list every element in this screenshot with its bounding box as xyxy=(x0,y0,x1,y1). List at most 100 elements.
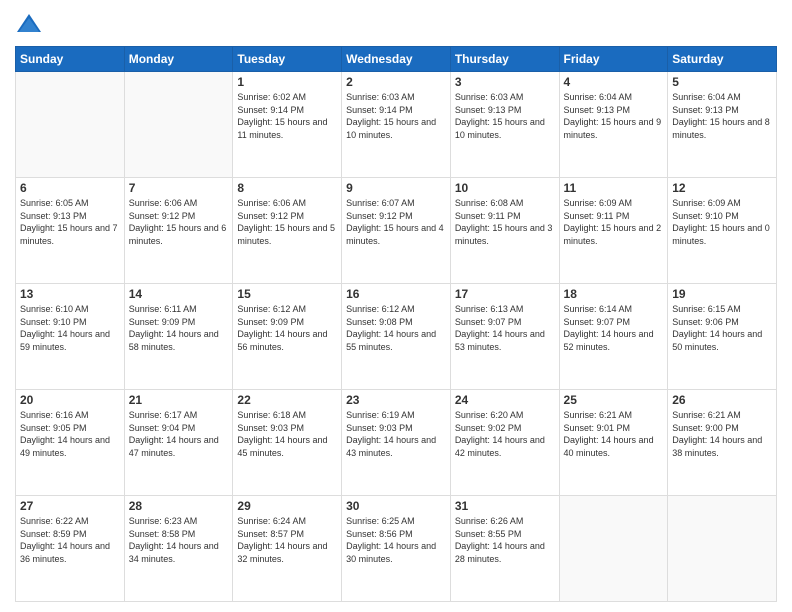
day-number: 7 xyxy=(129,181,229,195)
day-info: Sunrise: 6:10 AMSunset: 9:10 PMDaylight:… xyxy=(20,303,120,353)
day-number: 15 xyxy=(237,287,337,301)
day-number: 31 xyxy=(455,499,555,513)
calendar-week-2: 6 Sunrise: 6:05 AMSunset: 9:13 PMDayligh… xyxy=(16,178,777,284)
day-number: 29 xyxy=(237,499,337,513)
calendar-cell: 16 Sunrise: 6:12 AMSunset: 9:08 PMDaylig… xyxy=(342,284,451,390)
day-info: Sunrise: 6:11 AMSunset: 9:09 PMDaylight:… xyxy=(129,303,229,353)
day-info: Sunrise: 6:20 AMSunset: 9:02 PMDaylight:… xyxy=(455,409,555,459)
day-number: 26 xyxy=(672,393,772,407)
calendar-week-1: 1 Sunrise: 6:02 AMSunset: 9:14 PMDayligh… xyxy=(16,72,777,178)
day-number: 27 xyxy=(20,499,120,513)
calendar-header-monday: Monday xyxy=(124,47,233,72)
calendar-cell: 12 Sunrise: 6:09 AMSunset: 9:10 PMDaylig… xyxy=(668,178,777,284)
day-info: Sunrise: 6:13 AMSunset: 9:07 PMDaylight:… xyxy=(455,303,555,353)
day-number: 3 xyxy=(455,75,555,89)
day-number: 21 xyxy=(129,393,229,407)
logo xyxy=(15,10,47,38)
logo-icon xyxy=(15,10,43,38)
calendar-cell: 29 Sunrise: 6:24 AMSunset: 8:57 PMDaylig… xyxy=(233,496,342,602)
calendar-header-wednesday: Wednesday xyxy=(342,47,451,72)
calendar-cell: 11 Sunrise: 6:09 AMSunset: 9:11 PMDaylig… xyxy=(559,178,668,284)
day-info: Sunrise: 6:12 AMSunset: 9:08 PMDaylight:… xyxy=(346,303,446,353)
day-info: Sunrise: 6:17 AMSunset: 9:04 PMDaylight:… xyxy=(129,409,229,459)
day-info: Sunrise: 6:04 AMSunset: 9:13 PMDaylight:… xyxy=(564,91,664,141)
day-number: 6 xyxy=(20,181,120,195)
day-number: 16 xyxy=(346,287,446,301)
day-number: 30 xyxy=(346,499,446,513)
calendar-header-saturday: Saturday xyxy=(668,47,777,72)
day-number: 11 xyxy=(564,181,664,195)
calendar-header-row: SundayMondayTuesdayWednesdayThursdayFrid… xyxy=(16,47,777,72)
day-number: 14 xyxy=(129,287,229,301)
calendar-cell: 14 Sunrise: 6:11 AMSunset: 9:09 PMDaylig… xyxy=(124,284,233,390)
day-number: 19 xyxy=(672,287,772,301)
calendar-header-friday: Friday xyxy=(559,47,668,72)
day-info: Sunrise: 6:09 AMSunset: 9:10 PMDaylight:… xyxy=(672,197,772,247)
day-info: Sunrise: 6:14 AMSunset: 9:07 PMDaylight:… xyxy=(564,303,664,353)
calendar-header-sunday: Sunday xyxy=(16,47,125,72)
calendar-cell: 9 Sunrise: 6:07 AMSunset: 9:12 PMDayligh… xyxy=(342,178,451,284)
calendar-cell: 15 Sunrise: 6:12 AMSunset: 9:09 PMDaylig… xyxy=(233,284,342,390)
calendar-header-tuesday: Tuesday xyxy=(233,47,342,72)
calendar-cell: 17 Sunrise: 6:13 AMSunset: 9:07 PMDaylig… xyxy=(450,284,559,390)
calendar-cell: 23 Sunrise: 6:19 AMSunset: 9:03 PMDaylig… xyxy=(342,390,451,496)
calendar-cell: 26 Sunrise: 6:21 AMSunset: 9:00 PMDaylig… xyxy=(668,390,777,496)
day-info: Sunrise: 6:06 AMSunset: 9:12 PMDaylight:… xyxy=(129,197,229,247)
day-info: Sunrise: 6:09 AMSunset: 9:11 PMDaylight:… xyxy=(564,197,664,247)
day-number: 20 xyxy=(20,393,120,407)
day-info: Sunrise: 6:21 AMSunset: 9:01 PMDaylight:… xyxy=(564,409,664,459)
day-number: 10 xyxy=(455,181,555,195)
calendar-week-4: 20 Sunrise: 6:16 AMSunset: 9:05 PMDaylig… xyxy=(16,390,777,496)
day-number: 8 xyxy=(237,181,337,195)
day-info: Sunrise: 6:22 AMSunset: 8:59 PMDaylight:… xyxy=(20,515,120,565)
calendar-header-thursday: Thursday xyxy=(450,47,559,72)
calendar-cell xyxy=(124,72,233,178)
calendar-week-3: 13 Sunrise: 6:10 AMSunset: 9:10 PMDaylig… xyxy=(16,284,777,390)
calendar-cell: 5 Sunrise: 6:04 AMSunset: 9:13 PMDayligh… xyxy=(668,72,777,178)
day-info: Sunrise: 6:05 AMSunset: 9:13 PMDaylight:… xyxy=(20,197,120,247)
day-info: Sunrise: 6:19 AMSunset: 9:03 PMDaylight:… xyxy=(346,409,446,459)
day-info: Sunrise: 6:03 AMSunset: 9:13 PMDaylight:… xyxy=(455,91,555,141)
calendar-cell: 31 Sunrise: 6:26 AMSunset: 8:55 PMDaylig… xyxy=(450,496,559,602)
day-number: 1 xyxy=(237,75,337,89)
day-number: 4 xyxy=(564,75,664,89)
calendar-table: SundayMondayTuesdayWednesdayThursdayFrid… xyxy=(15,46,777,602)
calendar-cell: 19 Sunrise: 6:15 AMSunset: 9:06 PMDaylig… xyxy=(668,284,777,390)
calendar-cell: 21 Sunrise: 6:17 AMSunset: 9:04 PMDaylig… xyxy=(124,390,233,496)
calendar-cell: 13 Sunrise: 6:10 AMSunset: 9:10 PMDaylig… xyxy=(16,284,125,390)
calendar-cell xyxy=(668,496,777,602)
day-number: 24 xyxy=(455,393,555,407)
calendar-cell xyxy=(16,72,125,178)
day-info: Sunrise: 6:02 AMSunset: 9:14 PMDaylight:… xyxy=(237,91,337,141)
calendar-cell: 20 Sunrise: 6:16 AMSunset: 9:05 PMDaylig… xyxy=(16,390,125,496)
day-info: Sunrise: 6:24 AMSunset: 8:57 PMDaylight:… xyxy=(237,515,337,565)
day-info: Sunrise: 6:08 AMSunset: 9:11 PMDaylight:… xyxy=(455,197,555,247)
calendar-cell: 6 Sunrise: 6:05 AMSunset: 9:13 PMDayligh… xyxy=(16,178,125,284)
page: SundayMondayTuesdayWednesdayThursdayFrid… xyxy=(0,0,792,612)
calendar-cell: 10 Sunrise: 6:08 AMSunset: 9:11 PMDaylig… xyxy=(450,178,559,284)
header xyxy=(15,10,777,38)
calendar-cell: 24 Sunrise: 6:20 AMSunset: 9:02 PMDaylig… xyxy=(450,390,559,496)
calendar-cell: 4 Sunrise: 6:04 AMSunset: 9:13 PMDayligh… xyxy=(559,72,668,178)
day-number: 25 xyxy=(564,393,664,407)
day-info: Sunrise: 6:04 AMSunset: 9:13 PMDaylight:… xyxy=(672,91,772,141)
day-info: Sunrise: 6:03 AMSunset: 9:14 PMDaylight:… xyxy=(346,91,446,141)
day-number: 17 xyxy=(455,287,555,301)
day-number: 23 xyxy=(346,393,446,407)
day-number: 18 xyxy=(564,287,664,301)
day-info: Sunrise: 6:16 AMSunset: 9:05 PMDaylight:… xyxy=(20,409,120,459)
day-number: 28 xyxy=(129,499,229,513)
calendar-cell: 25 Sunrise: 6:21 AMSunset: 9:01 PMDaylig… xyxy=(559,390,668,496)
day-info: Sunrise: 6:06 AMSunset: 9:12 PMDaylight:… xyxy=(237,197,337,247)
day-info: Sunrise: 6:26 AMSunset: 8:55 PMDaylight:… xyxy=(455,515,555,565)
calendar-cell: 30 Sunrise: 6:25 AMSunset: 8:56 PMDaylig… xyxy=(342,496,451,602)
calendar-cell: 27 Sunrise: 6:22 AMSunset: 8:59 PMDaylig… xyxy=(16,496,125,602)
calendar-cell: 28 Sunrise: 6:23 AMSunset: 8:58 PMDaylig… xyxy=(124,496,233,602)
day-info: Sunrise: 6:18 AMSunset: 9:03 PMDaylight:… xyxy=(237,409,337,459)
day-info: Sunrise: 6:07 AMSunset: 9:12 PMDaylight:… xyxy=(346,197,446,247)
day-number: 9 xyxy=(346,181,446,195)
calendar-week-5: 27 Sunrise: 6:22 AMSunset: 8:59 PMDaylig… xyxy=(16,496,777,602)
day-number: 2 xyxy=(346,75,446,89)
day-info: Sunrise: 6:12 AMSunset: 9:09 PMDaylight:… xyxy=(237,303,337,353)
calendar-cell: 8 Sunrise: 6:06 AMSunset: 9:12 PMDayligh… xyxy=(233,178,342,284)
